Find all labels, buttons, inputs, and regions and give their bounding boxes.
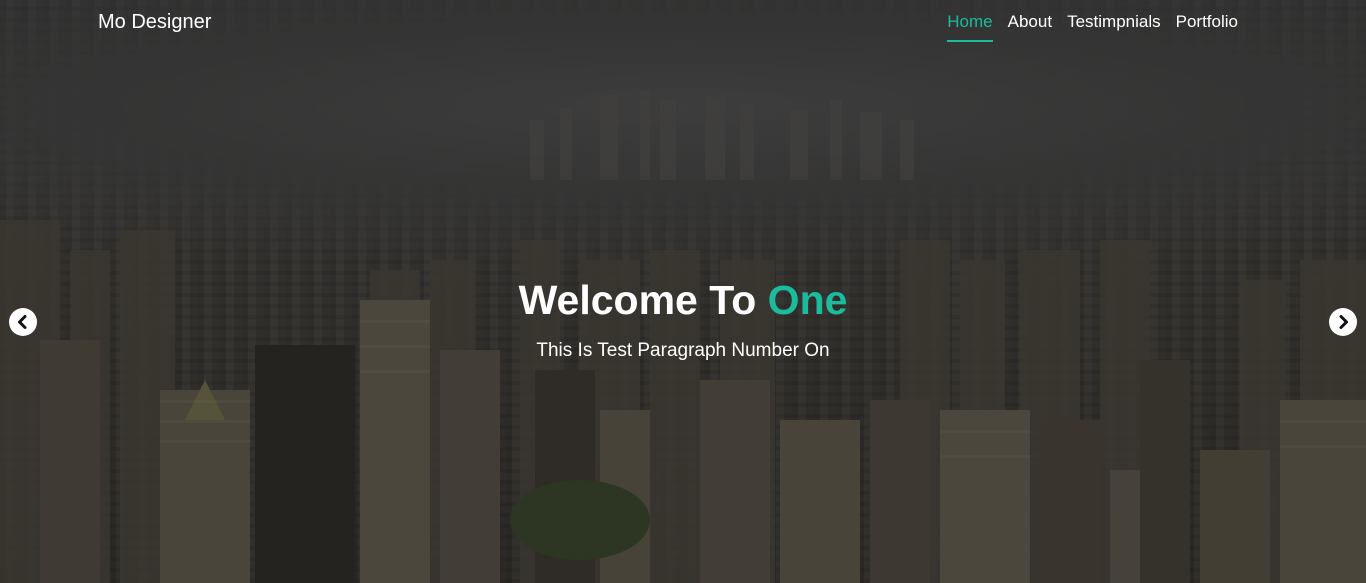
carousel-next-button[interactable] [1329,308,1357,336]
chevron-right-icon [1339,315,1348,329]
chevron-left-icon [18,315,27,329]
brand-logo[interactable]: Mo Designer [98,11,211,34]
slide-title-main: Welcome To [518,277,768,323]
nav-link-about[interactable]: About [1008,12,1052,42]
slide-caption: Welcome To One This Is Test Paragraph Nu… [0,276,1366,362]
slide-title-accent: One [767,277,848,323]
carousel-prev-button[interactable] [9,308,37,336]
slide-title: Welcome To One [0,276,1366,324]
nav-link-testimonials[interactable]: Testimpnials [1067,12,1161,42]
navbar: Mo Designer Home About Testimpnials Port… [0,0,1366,46]
nav-links: Home About Testimpnials Portfolio [947,12,1238,42]
nav-link-home[interactable]: Home [947,12,993,42]
slide-paragraph: This Is Test Paragraph Number On [536,340,830,361]
hero-slider: Mo Designer Home About Testimpnials Port… [0,0,1366,583]
nav-link-portfolio[interactable]: Portfolio [1176,12,1238,42]
